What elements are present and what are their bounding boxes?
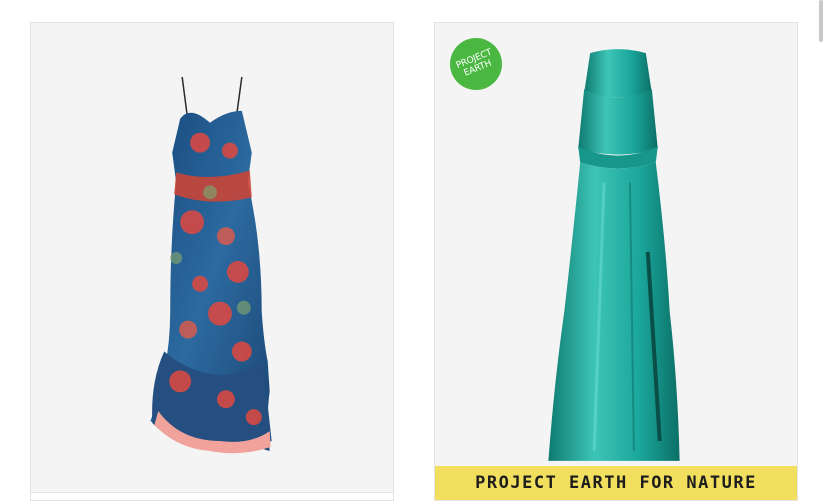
- page-scrollbar[interactable]: [819, 0, 823, 42]
- product-card-floral-dress[interactable]: [30, 22, 394, 501]
- project-earth-banner: PROJECT EARTH FOR NATURE: [435, 466, 797, 500]
- teal-gown-image[interactable]: [435, 23, 797, 500]
- floral-dress-image[interactable]: [31, 23, 393, 500]
- card-footer-strip: [31, 492, 393, 500]
- product-card-teal-gown[interactable]: PROJECT EARTH PROJECT EARTH FOR NATURE: [434, 22, 798, 501]
